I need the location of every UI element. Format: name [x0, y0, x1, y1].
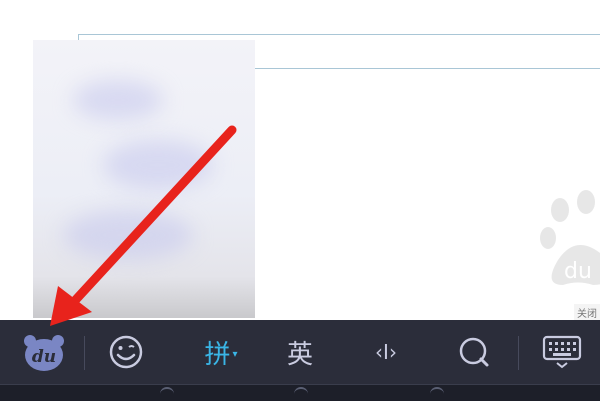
- cursor-edit-button[interactable]: ‹I›: [356, 320, 416, 384]
- pinyin-mode-button[interactable]: 拼 ▾: [186, 320, 256, 384]
- english-mode-button[interactable]: 英: [272, 320, 328, 384]
- svg-text:du: du: [32, 347, 56, 367]
- keyboard-keys-area: [0, 384, 600, 401]
- baidu-paw-watermark: du: [540, 190, 600, 285]
- emoji-button[interactable]: [98, 320, 154, 384]
- toolbar-divider: [518, 336, 519, 370]
- svg-text:du: du: [564, 259, 592, 284]
- english-label: 英: [286, 339, 313, 370]
- smiley-icon: [109, 335, 143, 369]
- blurred-image-panel: [33, 40, 255, 318]
- pinyin-label: 拼: [204, 339, 231, 370]
- bear-logo-icon: du: [24, 335, 64, 371]
- content-frame-edge: [255, 68, 600, 69]
- keyboard-icon: [542, 335, 582, 369]
- keyboard-toolbar: du 拼 ▾ 英 ‹I›: [0, 320, 600, 384]
- chevron-down-icon: ▾: [232, 348, 238, 360]
- search-icon: [459, 337, 489, 367]
- search-button[interactable]: [446, 320, 502, 384]
- toolbar-divider: [84, 336, 85, 370]
- baidu-input-logo-button[interactable]: du: [16, 320, 72, 384]
- close-ad-link[interactable]: 关闭: [574, 304, 600, 321]
- cursor-icon: ‹I›: [375, 340, 397, 364]
- keyboard-switch-button[interactable]: [530, 320, 594, 384]
